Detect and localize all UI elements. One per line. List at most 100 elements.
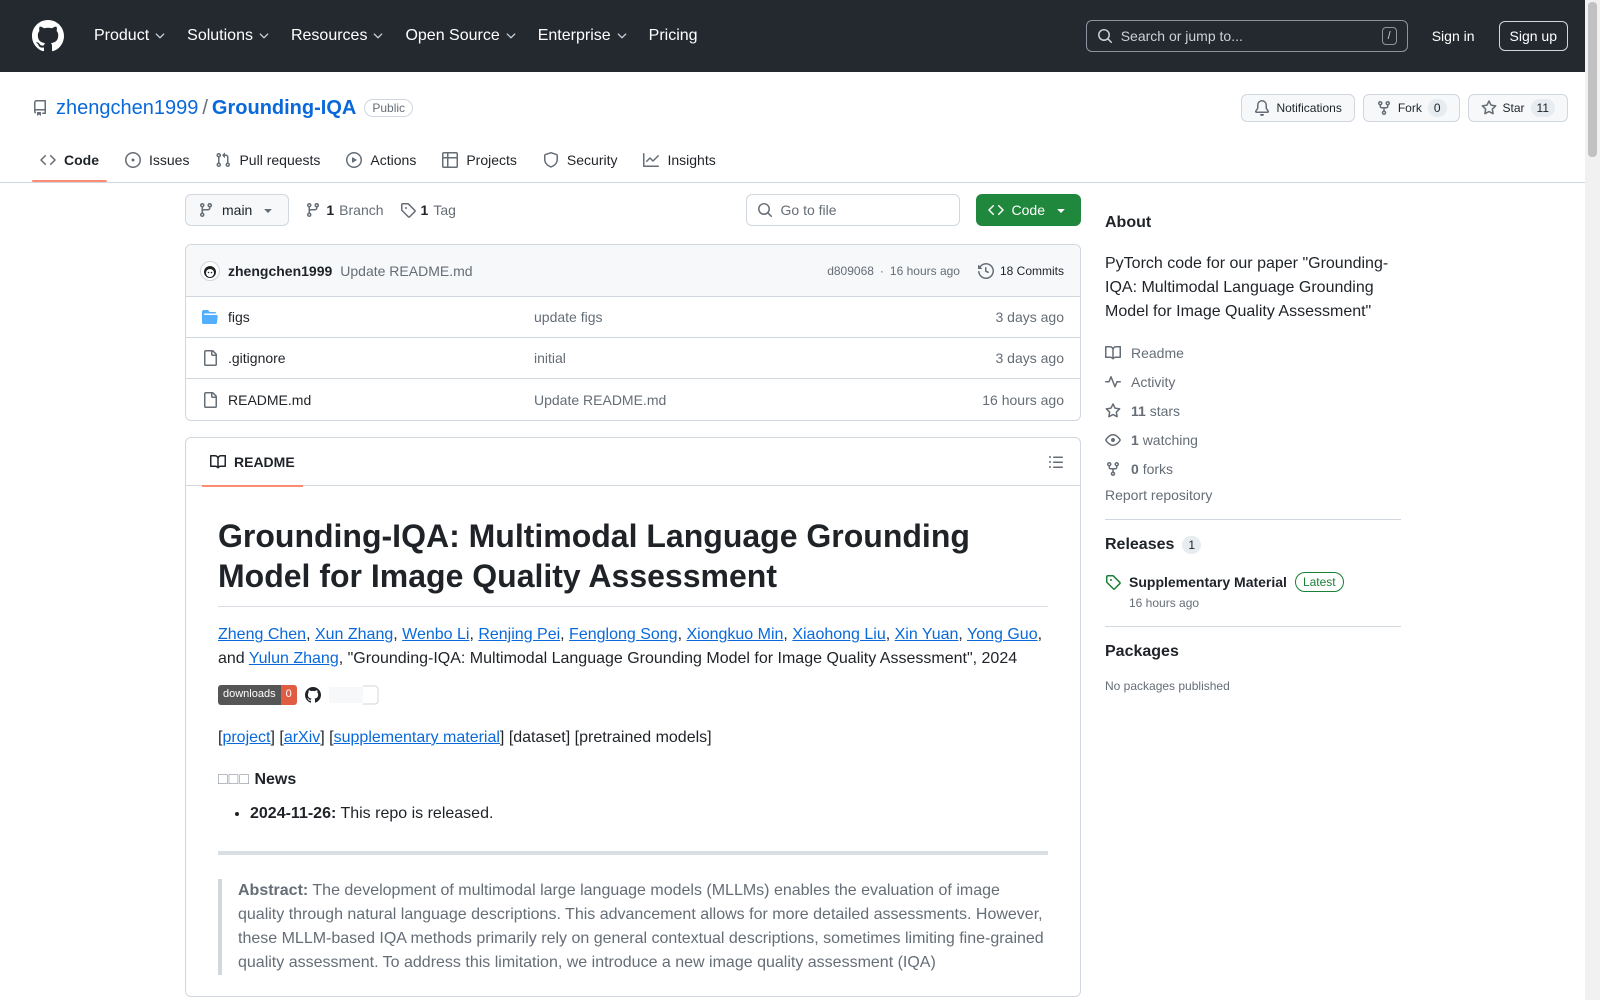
downloads-badge[interactable]: downloads 0 <box>218 685 297 705</box>
file-row[interactable]: figs update figs 3 days ago <box>186 297 1080 338</box>
commit-message[interactable]: Update README.md <box>340 263 472 279</box>
author-link[interactable]: Xiaohong Liu <box>792 626 885 643</box>
sign-up-button[interactable]: Sign up <box>1498 21 1568 51</box>
commits-link[interactable]: 18 Commits <box>977 262 1064 279</box>
tab-projects[interactable]: Projects <box>434 138 525 182</box>
tab-actions-label: Actions <box>370 152 417 168</box>
code-button-label: Code <box>1011 202 1045 218</box>
repo-owner-link[interactable]: zhengchen1999 <box>56 97 198 120</box>
nav-pricing[interactable]: Pricing <box>641 21 706 51</box>
commit-author[interactable]: zhengchen1999 <box>228 263 332 279</box>
file-name-link[interactable]: .gitignore <box>228 350 286 366</box>
sign-in-link[interactable]: Sign in <box>1432 28 1475 44</box>
tab-issues[interactable]: Issues <box>117 138 197 182</box>
commit-hash[interactable]: d809068 <box>827 264 874 278</box>
stars-badge-icon[interactable] <box>328 685 379 705</box>
branches-link[interactable]: 1 Branch <box>305 202 384 218</box>
tab-insights[interactable]: Insights <box>635 138 723 182</box>
repo-title-row: zhengchen1999 / Grounding-IQA Public Not… <box>0 72 1600 128</box>
code-dropdown-button[interactable]: Code <box>975 194 1081 226</box>
packages-heading[interactable]: Packages <box>1105 643 1401 661</box>
github-icon[interactable] <box>304 687 321 703</box>
chevron-down-icon <box>506 33 516 39</box>
page-scrollbar[interactable] <box>1585 0 1600 1000</box>
nav-enterprise[interactable]: Enterprise <box>530 21 637 51</box>
file-name-link[interactable]: README.md <box>228 392 311 408</box>
supplementary-link[interactable]: supplementary material <box>334 729 500 746</box>
tab-code[interactable]: Code <box>32 138 107 182</box>
global-search-input[interactable]: Search or jump to... / <box>1085 20 1408 52</box>
release-item[interactable]: Supplementary Material Latest 16 hours ag… <box>1105 572 1401 610</box>
author-link[interactable]: Xin Yuan <box>895 626 959 643</box>
tab-issues-label: Issues <box>149 152 190 168</box>
author-link[interactable]: Wenbo Li <box>402 626 469 643</box>
author-link[interactable]: Renjing Pei <box>478 626 560 643</box>
tab-projects-label: Projects <box>466 152 517 168</box>
global-nav: Product Solutions Resources Open Source … <box>86 21 706 51</box>
downloads-badge-value: 0 <box>280 685 297 705</box>
activity-link[interactable]: Activity <box>1105 367 1401 396</box>
nav-pricing-label: Pricing <box>648 27 698 44</box>
tab-pull-requests[interactable]: Pull requests <box>207 138 328 182</box>
file-commit-message[interactable]: update figs <box>534 309 603 325</box>
author-link[interactable]: Xun Zhang <box>315 626 393 643</box>
readme-link[interactable]: Readme <box>1105 338 1401 367</box>
star-button[interactable]: Star 11 <box>1467 94 1568 122</box>
downloads-badge-label: downloads <box>218 685 281 705</box>
pretrained-models-text: [pretrained models] <box>574 729 712 746</box>
arxiv-link[interactable]: arXiv <box>284 729 320 746</box>
releases-heading[interactable]: Releases 1 <box>1105 536 1401 554</box>
forks-label: forks <box>1142 460 1174 477</box>
file-row[interactable]: README.md Update README.md 16 hours ago <box>186 379 1080 420</box>
scrollbar-thumb[interactable] <box>1588 2 1597 157</box>
chevron-down-icon <box>155 33 165 39</box>
readme-tab[interactable]: README <box>202 438 303 487</box>
file-row[interactable]: .gitignore initial 3 days ago <box>186 338 1080 379</box>
triangle-down-icon <box>264 209 273 213</box>
tab-insights-label: Insights <box>667 152 716 168</box>
github-logo-icon[interactable] <box>32 20 64 52</box>
report-repository-link[interactable]: Report repository <box>1105 487 1401 503</box>
nav-solutions[interactable]: Solutions <box>179 21 279 51</box>
news-heading: □□□ News <box>218 771 1048 789</box>
file-date: 3 days ago <box>995 309 1065 325</box>
star-label: Star <box>1502 101 1525 115</box>
author-link[interactable]: Zheng Chen <box>218 626 306 643</box>
author-link[interactable]: Yulun Zhang <box>249 650 339 667</box>
tab-actions[interactable]: Actions <box>338 138 424 182</box>
file-commit-message[interactable]: Update README.md <box>534 392 666 408</box>
watching-label: watching <box>1142 431 1198 448</box>
project-link[interactable]: project <box>222 729 270 746</box>
book-icon <box>210 454 226 468</box>
commit-time: 16 hours ago <box>889 263 960 278</box>
repo-name-link[interactable]: Grounding-IQA <box>212 97 356 120</box>
readme-badges: downloads 0 <box>218 685 1048 705</box>
nav-resources-label: Resources <box>290 27 368 44</box>
code-icon <box>987 204 1004 216</box>
header-actions: Search or jump to... / Sign in Sign up <box>1085 20 1568 52</box>
nav-product[interactable]: Product <box>86 21 175 51</box>
go-to-file-input[interactable]: Go to file <box>745 194 960 226</box>
file-commit-message[interactable]: initial <box>534 350 566 366</box>
author-avatar[interactable] <box>200 260 220 281</box>
stars-link[interactable]: 11 stars <box>1105 396 1401 425</box>
nav-enterprise-label: Enterprise <box>537 27 611 44</box>
main-column: main 1 Branch 1 Tag Go to file Code zhen… <box>185 182 1081 997</box>
notifications-button[interactable]: Notifications <box>1241 94 1355 122</box>
tags-link[interactable]: 1 Tag <box>400 202 456 218</box>
nav-resources[interactable]: Resources <box>283 21 393 51</box>
watching-link[interactable]: 1 watching <box>1105 425 1401 454</box>
tag-icon <box>1106 575 1121 590</box>
author-link[interactable]: Fenglong Song <box>569 626 678 643</box>
list-outline-icon[interactable] <box>1048 454 1064 470</box>
nav-open-source[interactable]: Open Source <box>397 21 525 51</box>
forks-link[interactable]: 0 forks <box>1105 454 1401 483</box>
tab-security[interactable]: Security <box>535 138 626 182</box>
play-icon <box>346 152 363 168</box>
author-link[interactable]: Yong Guo <box>967 626 1038 643</box>
divider <box>218 851 1048 855</box>
fork-button[interactable]: Fork 0 <box>1362 94 1460 122</box>
file-name-link[interactable]: figs <box>228 309 250 325</box>
branch-select-button[interactable]: main <box>185 194 290 226</box>
author-link[interactable]: Xiongkuo Min <box>686 626 783 643</box>
